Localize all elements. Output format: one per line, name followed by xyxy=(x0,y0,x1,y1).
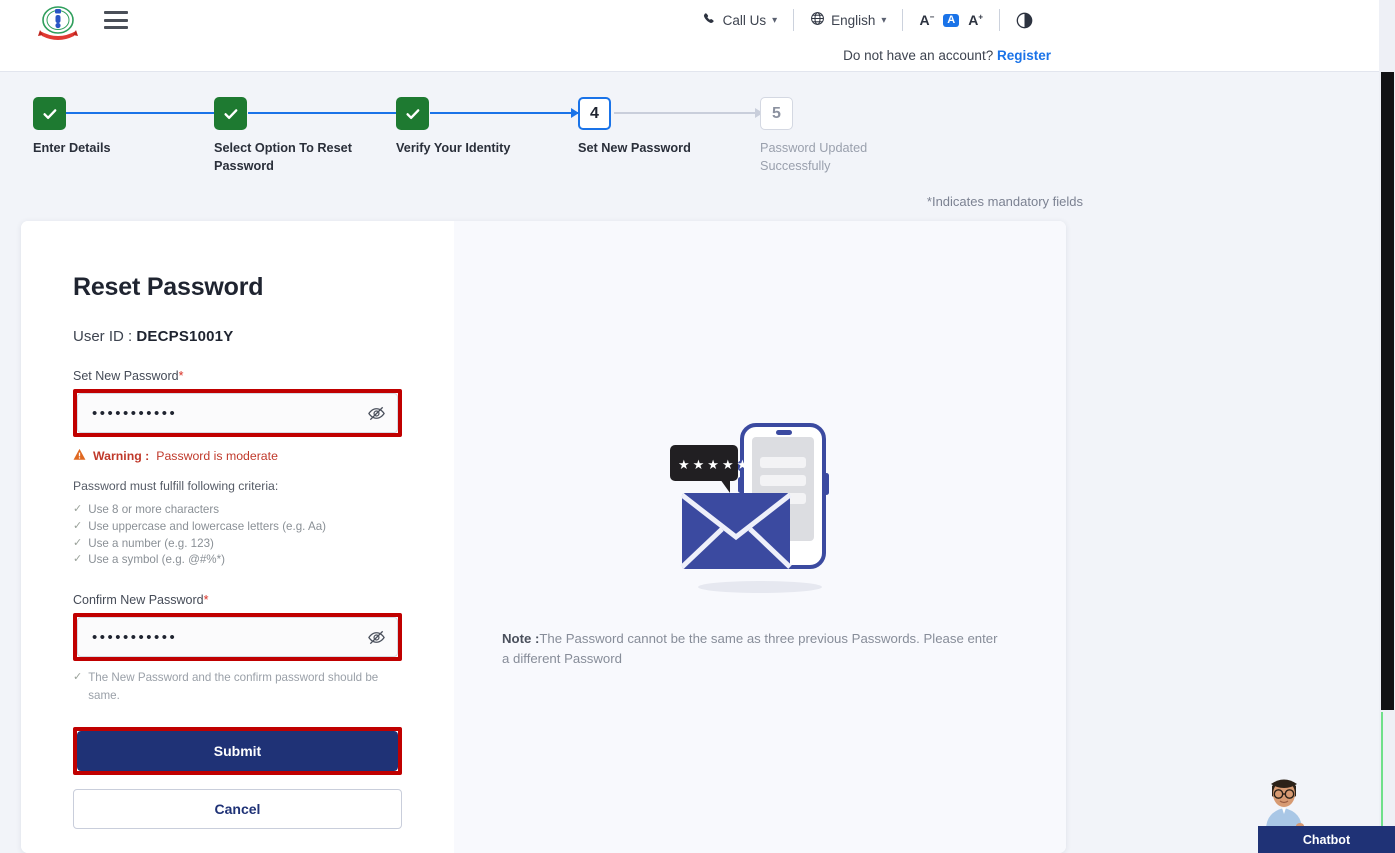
note-text: The Password cannot be the same as three… xyxy=(502,631,998,666)
mandatory-fields-text: *Indicates mandatory fields xyxy=(927,194,1083,209)
list-item: ✓ Use uppercase and lowercase letters (e… xyxy=(73,519,402,536)
confirm-password-field[interactable]: ••••••••••• xyxy=(77,617,398,657)
reset-password-page: Call Us ▾ English ▾ xyxy=(0,0,1395,853)
phone-icon xyxy=(703,12,717,29)
page-title: Reset Password xyxy=(73,273,402,302)
chevron-down-icon: ▾ xyxy=(772,15,777,26)
user-id-row: User ID : DECPS1001Y xyxy=(73,328,402,345)
chatbot-button[interactable]: Chatbot xyxy=(1258,826,1395,853)
hamburger-menu-icon[interactable] xyxy=(104,11,128,29)
government-emblem-logo[interactable] xyxy=(30,3,86,43)
confirm-password-highlight: ••••••••••• xyxy=(73,613,402,661)
svg-text:★★★★★: ★★★★★ xyxy=(678,458,751,473)
chevron-down-icon: ▾ xyxy=(881,15,886,26)
step-connector-2 xyxy=(248,112,404,114)
password-match-note: ✓ The New Password and the confirm passw… xyxy=(73,669,402,705)
check-icon: ✓ xyxy=(73,536,82,553)
submit-button-highlight: Submit xyxy=(73,727,402,775)
criteria-title: Password must fulfill following criteria… xyxy=(73,479,402,493)
required-star: * xyxy=(204,593,209,607)
step-2-badge xyxy=(214,97,247,130)
step-1-label: Enter Details xyxy=(33,139,183,157)
call-us-menu[interactable]: Call Us ▾ xyxy=(687,12,794,29)
check-icon: ✓ xyxy=(73,552,82,569)
sidebar-item-step-5: 5 Password Updated Successfully xyxy=(760,97,793,130)
new-password-highlight: ••••••••••• xyxy=(73,389,402,437)
font-size-controls: A− A A+ xyxy=(903,13,999,27)
confirm-password-label-text: Confirm New Password xyxy=(73,593,204,607)
new-password-field[interactable]: ••••••••••• xyxy=(77,393,398,433)
new-password-label: Set New Password* xyxy=(73,369,402,383)
user-id-label: User ID : xyxy=(73,328,132,345)
password-warning: Warning : Password is moderate xyxy=(73,448,402,464)
mandatory-fields-note: *Indicates mandatory fields xyxy=(927,194,1083,209)
sidebar-item-step-3[interactable]: Verify Your Identity xyxy=(396,97,429,130)
submit-button[interactable]: Submit xyxy=(77,731,398,771)
register-prompt: Do not have an account? Register xyxy=(843,48,1051,63)
step-4-badge: 4 xyxy=(578,97,611,130)
eye-slash-icon[interactable] xyxy=(365,402,387,424)
step-5-badge: 5 xyxy=(760,97,793,130)
sidebar-item-step-4[interactable]: 4 Set New Password xyxy=(578,97,611,130)
illustration-panel: ★★★★★ Note :The Password cannot be the s… xyxy=(454,221,1066,853)
sidebar-item-step-2[interactable]: Select Option To Reset Password xyxy=(214,97,247,130)
criteria-text: Use a symbol (e.g. @#%*) xyxy=(88,552,225,569)
list-item: ✓ Use a number (e.g. 123) xyxy=(73,536,402,553)
header-utility-row: Call Us ▾ English ▾ xyxy=(687,9,1049,31)
step-connector-4 xyxy=(614,112,762,114)
password-criteria-list: ✓ Use 8 or more characters ✓ Use upperca… xyxy=(73,502,402,569)
globe-icon xyxy=(810,11,825,29)
hamburger-bar xyxy=(104,26,128,29)
password-match-text: The New Password and the confirm passwor… xyxy=(88,669,402,705)
top-header: Call Us ▾ English ▾ xyxy=(0,0,1379,72)
email-phone-password-illustration: ★★★★★ xyxy=(660,411,860,606)
reset-password-form: Reset Password User ID : DECPS1001Y Set … xyxy=(21,221,454,853)
user-id-value: DECPS1001Y xyxy=(136,328,233,345)
confirm-password-value: ••••••••••• xyxy=(92,630,177,645)
step-2-label: Select Option To Reset Password xyxy=(214,139,364,176)
required-star: * xyxy=(179,369,184,383)
progress-stepper: Enter Details Select Option To Reset Pas… xyxy=(0,72,1379,196)
password-policy-note: Note :The Password cannot be the same as… xyxy=(502,629,1002,670)
step-1-badge xyxy=(33,97,66,130)
criteria-text: Use uppercase and lowercase letters (e.g… xyxy=(88,519,326,536)
vertical-scrollbar[interactable] xyxy=(1381,72,1394,710)
warning-triangle-icon xyxy=(73,448,86,464)
confirm-password-label: Confirm New Password* xyxy=(73,593,402,607)
reset-password-card: Reset Password User ID : DECPS1001Y Set … xyxy=(21,221,1066,853)
check-icon: ✓ xyxy=(73,519,82,536)
font-decrease-button[interactable]: A− xyxy=(919,13,934,27)
step-4-label: Set New Password xyxy=(578,139,728,157)
chatbot-avatar-icon[interactable] xyxy=(1258,770,1310,830)
language-label: English xyxy=(831,13,875,28)
step-connector-3 xyxy=(430,112,578,114)
hamburger-bar xyxy=(104,11,128,14)
call-us-label: Call Us xyxy=(723,13,767,28)
check-icon: ✓ xyxy=(73,669,82,705)
hamburger-bar xyxy=(104,19,128,22)
step-5-label: Password Updated Successfully xyxy=(760,139,910,176)
criteria-text: Use 8 or more characters xyxy=(88,502,219,519)
step-3-label: Verify Your Identity xyxy=(396,139,546,157)
list-item: ✓ Use 8 or more characters xyxy=(73,502,402,519)
step-connector-1 xyxy=(66,112,222,114)
register-prompt-text: Do not have an account? xyxy=(843,48,993,63)
register-link[interactable]: Register xyxy=(997,48,1051,63)
new-password-value: ••••••••••• xyxy=(92,406,177,421)
warning-message: Password is moderate xyxy=(156,449,278,463)
note-prefix: Note : xyxy=(502,631,539,646)
warning-prefix: Warning : xyxy=(93,449,149,463)
new-password-label-text: Set New Password xyxy=(73,369,179,383)
cancel-button[interactable]: Cancel xyxy=(73,789,402,829)
eye-slash-icon[interactable] xyxy=(365,626,387,648)
criteria-text: Use a number (e.g. 123) xyxy=(88,536,214,553)
sidebar-item-step-1[interactable]: Enter Details xyxy=(33,97,66,130)
step-3-badge xyxy=(396,97,429,130)
font-increase-button[interactable]: A+ xyxy=(968,13,983,27)
check-icon: ✓ xyxy=(73,502,82,519)
contrast-toggle-icon[interactable] xyxy=(1000,12,1049,29)
language-selector[interactable]: English ▾ xyxy=(794,11,902,29)
font-normal-button[interactable]: A xyxy=(943,14,959,27)
list-item: ✓ Use a symbol (e.g. @#%*) xyxy=(73,552,402,569)
